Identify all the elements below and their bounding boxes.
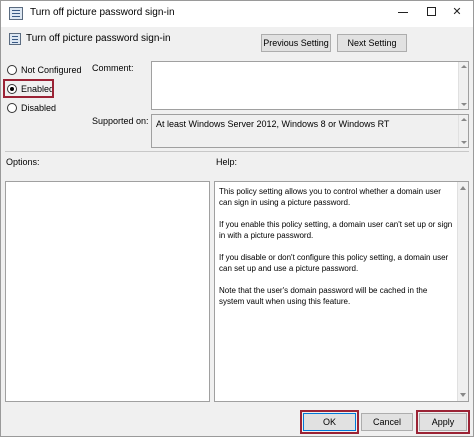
policy-icon — [9, 33, 21, 45]
scroll-down-icon[interactable] — [461, 141, 467, 144]
scroll-up-icon[interactable] — [461, 65, 467, 68]
enabled-highlight-box — [3, 79, 54, 98]
radio-label: Disabled — [21, 103, 57, 113]
ok-button[interactable]: OK — [303, 413, 356, 431]
comment-textarea[interactable] — [151, 61, 469, 110]
radio-not-configured[interactable]: Not Configured — [7, 63, 82, 77]
next-setting-button[interactable]: Next Setting — [337, 34, 407, 52]
cancel-button[interactable]: Cancel — [361, 413, 413, 431]
close-button[interactable]: ✕ — [440, 1, 474, 25]
scroll-up-icon[interactable] — [460, 186, 466, 190]
policy-dialog-window: Turn off picture password sign-in ✕ Turn… — [0, 0, 474, 437]
supported-on-field: At least Windows Server 2012, Windows 8 … — [151, 114, 469, 148]
help-paragraph: If you enable this policy setting, a dom… — [219, 220, 453, 240]
help-scrollbar[interactable] — [457, 182, 468, 401]
help-paragraph: This policy setting allows you to contro… — [219, 187, 441, 207]
comment-scrollbar[interactable] — [458, 62, 468, 109]
radio-circle[interactable] — [7, 65, 17, 75]
supported-scrollbar[interactable] — [458, 115, 468, 147]
scroll-down-icon[interactable] — [461, 103, 467, 106]
scroll-up-icon[interactable] — [461, 118, 467, 121]
supported-on-value: At least Windows Server 2012, Windows 8 … — [156, 119, 390, 129]
scroll-down-icon[interactable] — [460, 393, 466, 397]
options-pane — [5, 181, 210, 402]
comment-label: Comment: — [92, 63, 134, 73]
radio-circle[interactable] — [7, 103, 17, 113]
apply-button[interactable]: Apply — [419, 413, 467, 431]
previous-setting-button[interactable]: Previous Setting — [261, 34, 331, 52]
help-label: Help: — [216, 157, 238, 167]
supported-on-label: Supported on: — [92, 116, 149, 126]
title-bar: Turn off picture password sign-in ✕ — [1, 1, 473, 27]
radio-disabled[interactable]: Disabled — [7, 101, 56, 115]
options-label: Options: — [6, 157, 40, 167]
policy-icon — [9, 7, 23, 20]
radio-label: Not Configured — [21, 65, 82, 75]
maximize-icon — [426, 6, 436, 16]
help-pane: This policy setting allows you to contro… — [214, 181, 469, 402]
setting-title: Turn off picture password sign-in — [26, 33, 171, 44]
help-paragraph: Note that the user's domain password wil… — [219, 286, 428, 306]
window-title: Turn off picture password sign-in — [30, 7, 175, 18]
help-paragraph: If you disable or don't configure this p… — [219, 253, 449, 273]
section-divider — [5, 151, 469, 152]
minimize-icon — [398, 11, 408, 13]
